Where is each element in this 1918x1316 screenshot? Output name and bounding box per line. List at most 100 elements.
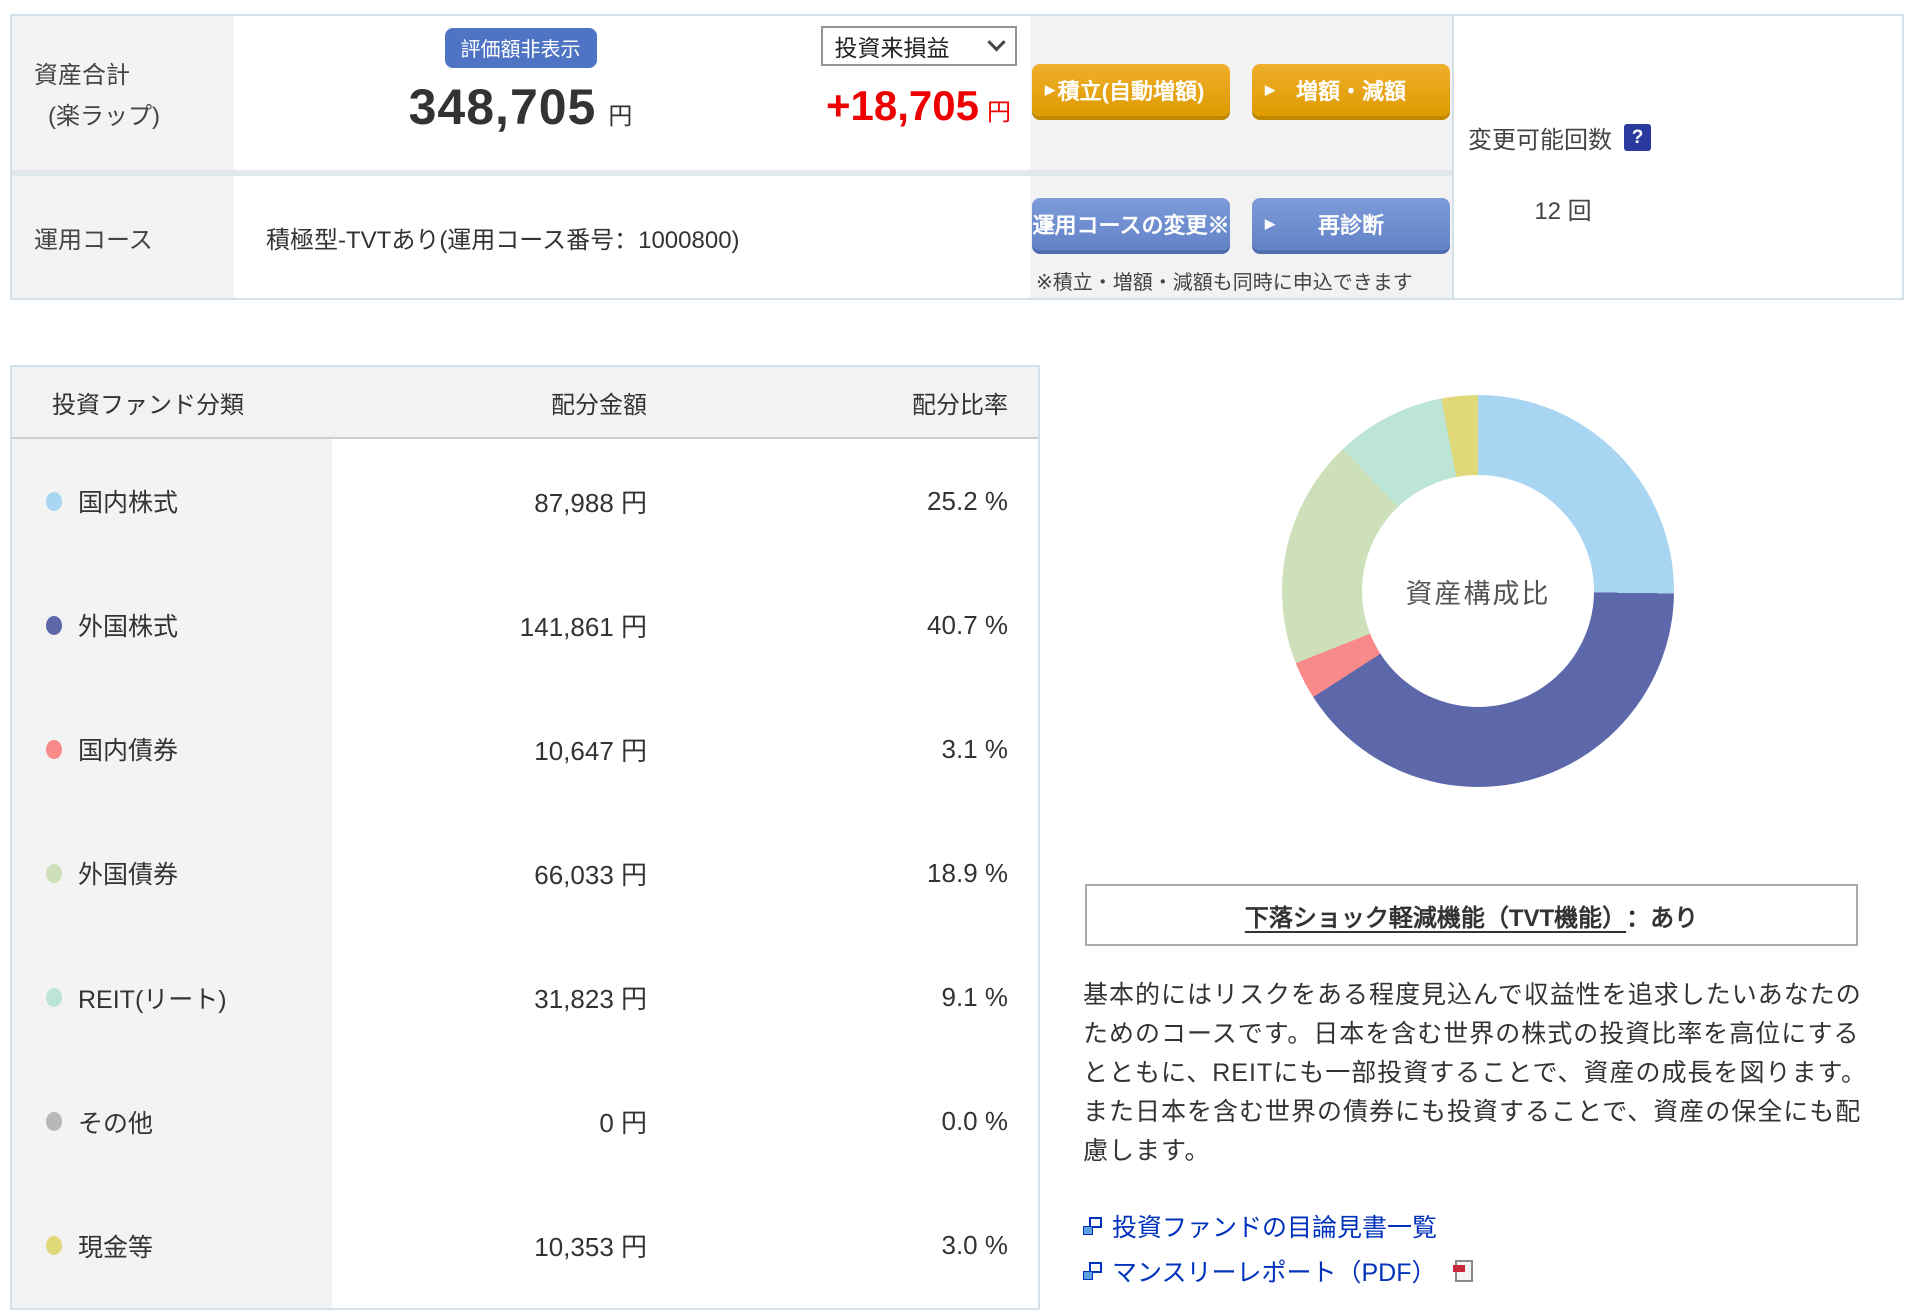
fund-category-cell: 外国株式 [12,563,332,688]
reserve-auto-increase-button[interactable]: ▶ 積立(自動増額) [1032,64,1230,116]
course-row: 運用コース 積極型-TVTあり(運用コース番号：1000800) ▶ 運用コース… [12,176,1452,298]
increase-decrease-button[interactable]: ▶ 増額・減額 [1252,64,1450,116]
allocation-ratio-value: 3.0 % [941,1230,1009,1261]
allocation-ratio-value: 3.1 % [941,733,1009,764]
allocation-amount-value: 87,988 円 [534,487,647,518]
course-buttons: ▶ 運用コースの変更※ ▶ 再診断 [1032,198,1450,250]
help-icon[interactable]: ? [1624,124,1651,151]
allocation-amount-value: 10,353 円 [534,1232,647,1263]
fund-category-label: その他 [78,1109,154,1138]
course-label-cell: 運用コース [12,176,234,298]
category-color-dot-icon [46,739,62,759]
profit-loss-select-value: 投資来損益 [834,35,950,61]
changes-remaining-value: 12 回 [1534,198,1592,225]
category-color-dot-icon [46,863,62,883]
asset-total-row: 資産合計 (楽ラップ) 評価額非表示 348,705 円 投資来損益 +18,7… [12,16,1452,170]
donut-hole: 資産構成比 [1362,475,1594,707]
tvt-heading: 下落ショック軽減機能（TVT機能） [1244,904,1627,932]
table-row: 国内債券 10,647 円 3.1 % [12,687,1038,812]
table-row: 外国債券 66,033 円 18.9 % [12,811,1038,936]
asset-total-sublabel: (楽ラップ) [48,103,160,130]
allocation-amount-value: 0 円 [599,1108,647,1139]
triangle-right-icon: ▶ [1045,216,1055,231]
prospectus-link-line: 投資ファンドの目論見書一覧 [1083,1208,1473,1244]
category-color-dot-icon [46,988,62,1008]
chevron-down-icon [986,32,1006,51]
triangle-right-icon: ▶ [1045,82,1055,97]
increase-decrease-label: 増額・減額 [1295,79,1406,104]
course-change-button[interactable]: ▶ 運用コースの変更※ [1032,198,1230,250]
allocation-table-header: 投資ファンド分類 配分金額 配分比率 [12,367,1038,439]
fund-category-cell: 国内債券 [12,687,332,812]
rediagnose-button[interactable]: ▶ 再診断 [1252,198,1450,250]
header-allocation-amount: 配分金額 [551,391,647,419]
table-row: 国内株式 87,988 円 25.2 % [12,439,1038,564]
triangle-right-icon: ▶ [1265,216,1275,231]
asset-amount-cell: 評価額非表示 348,705 円 [234,16,807,170]
fund-category-cell: 国内株式 [12,439,332,564]
reserve-auto-increase-label: 積立(自動増額) [1057,79,1205,104]
fund-category-label: 国内債券 [78,737,179,766]
course-change-label: 運用コースの変更※ [1032,213,1230,238]
window-link-icon [1083,1261,1102,1281]
triangle-right-icon: ▶ [1265,82,1275,97]
top-actions-row1: ▶ 積立(自動増額) ▶ 増額・減額 [1030,16,1452,170]
allocation-rows: 国内株式 87,988 円 25.2 % 外国株式 141,861 円 40.7 % 国内債… [12,439,1038,1308]
category-color-dot-icon [46,615,62,635]
asset-composition-donut-chart: 資産構成比 [1282,395,1674,787]
fund-category-cell: 現金等 [12,1183,332,1308]
fund-category-cell: その他 [12,1059,332,1184]
fund-category-label: 国内株式 [78,489,179,518]
profit-loss-amount: +18,705 [826,82,979,129]
donut-center-label: 資産構成比 [1405,578,1551,609]
prospectus-link[interactable]: 投資ファンドの目論見書一覧 [1112,1208,1437,1244]
table-row: 外国株式 141,861 円 40.7 % [12,563,1038,688]
allocation-table: 投資ファンド分類 配分金額 配分比率 国内株式 87,988 円 25.2 % 外国株… [10,365,1040,1310]
table-row: REIT(リート) 31,823 円 9.1 % [12,935,1038,1060]
hide-valuation-button[interactable]: 評価額非表示 [444,28,597,68]
course-label: 運用コース [34,226,153,254]
fund-category-label: 外国債券 [78,861,179,890]
top-actions-row2: ▶ 運用コースの変更※ ▶ 再診断 ※積立・増額・減額も同時に申込できます [1030,176,1452,298]
profit-loss-cell: 投資来損益 +18,705 円 [807,16,1030,170]
category-color-dot-icon [46,1112,62,1132]
asset-summary-panel: 資産合計 (楽ラップ) 評価額非表示 348,705 円 投資来損益 +18,7… [10,14,1904,300]
allocation-ratio-value: 0.0 % [941,1106,1009,1137]
asset-total-label-cell: 資産合計 (楽ラップ) [12,16,234,170]
rediagnose-label: 再診断 [1317,213,1384,238]
changes-remaining-line: 変更可能回数 ? [1468,120,1902,155]
simultaneous-apply-note: ※積立・増額・減額も同時に申込できます [1036,272,1413,294]
monthly-report-link-line: マンスリーレポート（PDF） [1083,1253,1473,1289]
monthly-report-link[interactable]: マンスリーレポート（PDF） [1112,1253,1437,1289]
window-link-icon [1083,1216,1102,1236]
asset-total-label: 資産合計 [34,62,130,89]
header-allocation-ratio: 配分比率 [912,391,1008,419]
course-value-cell: 積極型-TVTあり(運用コース番号：1000800) [234,176,1030,298]
profit-loss-unit: 円 [987,99,1011,126]
profit-loss-line: +18,705 円 [826,82,1011,130]
category-color-dot-icon [46,1236,62,1256]
allocation-amount-value: 141,861 円 [519,611,647,642]
tvt-feature-box: 下落ショック軽減機能（TVT機能） ：あり [1085,884,1858,946]
fund-category-cell: REIT(リート) [12,935,332,1060]
category-color-dot-icon [46,491,62,511]
allocation-amount-value: 31,823 円 [534,984,647,1015]
allocation-ratio-value: 40.7 % [927,609,1008,640]
changes-remaining-cell: 変更可能回数 ? 12 回 [1452,16,1902,298]
pdf-icon[interactable] [1452,1260,1473,1282]
allocation-amount-value: 66,033 円 [534,859,647,890]
document-links: 投資ファンドの目論見書一覧 マンスリーレポート（PDF） [1083,1208,1473,1289]
profit-loss-select[interactable]: 投資来損益 [820,26,1017,66]
asset-total-unit: 円 [608,103,633,130]
course-value: 積極型-TVTあり(運用コース番号：1000800) [266,226,740,254]
asset-summary-left: 資産合計 (楽ラップ) 評価額非表示 348,705 円 投資来損益 +18,7… [12,16,1452,298]
course-description: 基本的にはリスクをある程度見込んで収益性を追求したいあなたのためのコースです。日… [1083,981,1867,1165]
asset-total-amount: 348,705 [408,79,597,135]
table-row: その他 0 円 0.0 % [12,1059,1038,1184]
allocation-amount-value: 10,647 円 [534,735,647,766]
fund-category-cell: 外国債券 [12,811,332,936]
changes-remaining-label: 変更可能回数 [1468,127,1612,154]
fund-category-label: 現金等 [78,1233,154,1262]
fund-category-label: 外国株式 [78,613,179,642]
allocation-ratio-value: 25.2 % [927,485,1008,516]
